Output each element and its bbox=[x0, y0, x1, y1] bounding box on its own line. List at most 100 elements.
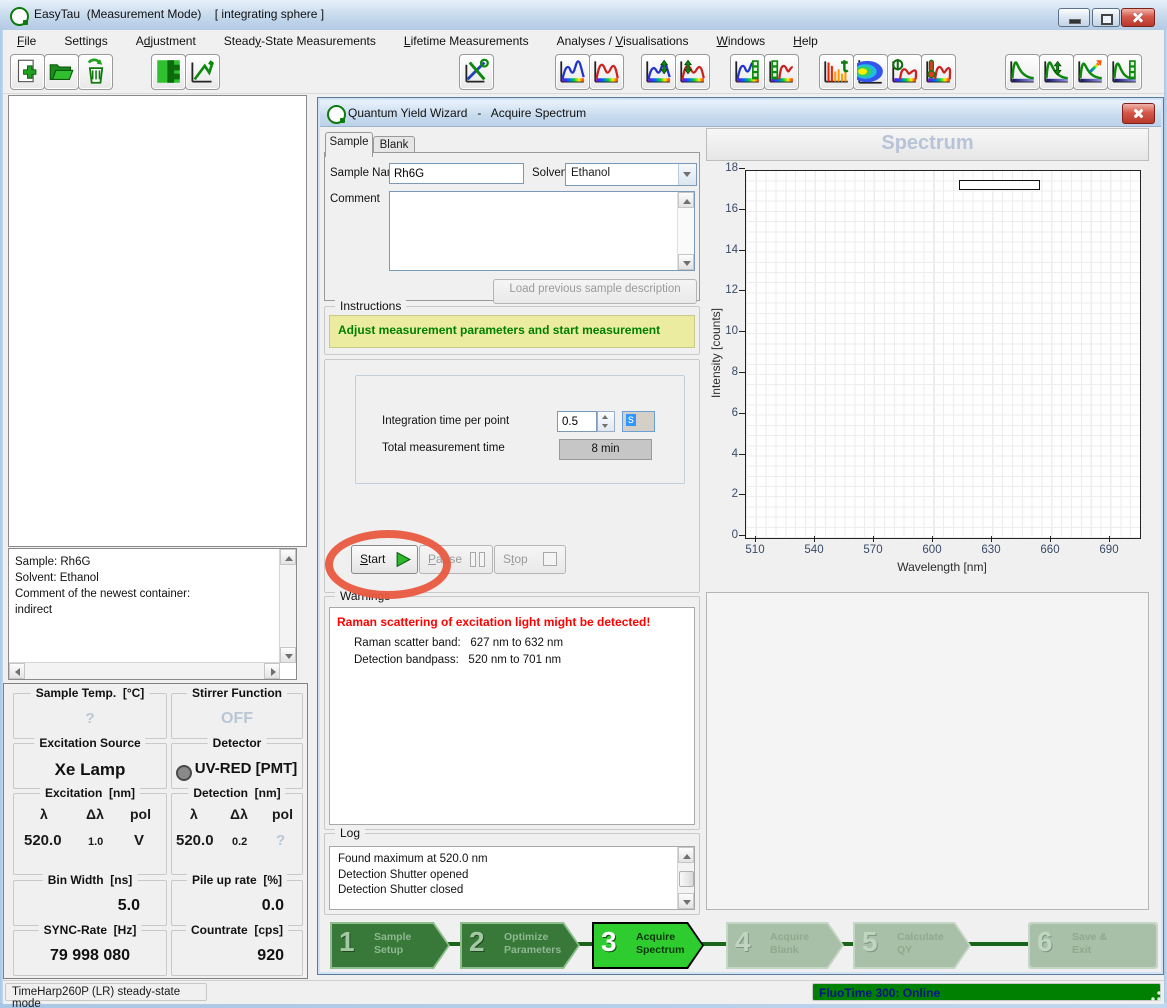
spectrum-plot[interactable] bbox=[745, 170, 1141, 539]
measurement-group: Integration time per point s Total measu… bbox=[324, 359, 700, 593]
sample-name-input[interactable] bbox=[389, 163, 524, 184]
integration-unit-value: s bbox=[626, 414, 636, 426]
integration-unit-field[interactable]: s bbox=[622, 411, 655, 432]
scroll-right-icon[interactable] bbox=[264, 663, 280, 679]
excitation-kinetics-icon bbox=[734, 58, 761, 85]
status-instrument: TimeHarp260P (LR) steady-state mode bbox=[5, 983, 207, 1001]
excitation-source-group: Excitation Source Xe Lamp bbox=[13, 743, 167, 789]
load-previous-sample-button[interactable]: Load previous sample description bbox=[493, 279, 697, 304]
new-measurement-button[interactable] bbox=[10, 54, 45, 90]
decay-polarization-button[interactable] bbox=[1039, 54, 1074, 90]
instrument-tools-button[interactable] bbox=[459, 54, 494, 90]
decay-kinetics-icon bbox=[1111, 58, 1138, 85]
dropdown-arrow-icon[interactable] bbox=[678, 164, 696, 185]
step-6-save-exit[interactable]: 6 Save &Exit bbox=[1028, 922, 1158, 969]
y-tick: 2 bbox=[708, 488, 738, 500]
emission-spectrum-button[interactable] bbox=[589, 54, 624, 90]
delete-button[interactable] bbox=[78, 54, 113, 90]
scroll-up-icon[interactable] bbox=[280, 549, 296, 565]
menu-windows[interactable]: Windows bbox=[702, 32, 779, 50]
scroll-down-icon[interactable] bbox=[280, 647, 296, 663]
sample-compartment-icon bbox=[155, 58, 182, 85]
description-hscrollbar[interactable] bbox=[9, 662, 280, 679]
y-axis-label: Intensity [counts] bbox=[709, 253, 723, 453]
time-trace-button[interactable] bbox=[819, 54, 854, 90]
scroll-left-icon[interactable] bbox=[9, 663, 25, 679]
sample-tab-panel: Sample Name Solvent Ethanol Comment Load… bbox=[324, 152, 700, 301]
temperature-series-button[interactable] bbox=[921, 54, 956, 90]
detection-group: Detection [nm] λ Δλ pol 520.0 0.2 ? bbox=[171, 793, 303, 875]
wizard-logo-icon bbox=[327, 105, 346, 124]
menu-help[interactable]: Help bbox=[779, 32, 832, 50]
integration-time-input[interactable] bbox=[557, 411, 597, 432]
menu-lifetime[interactable]: Lifetime Measurements bbox=[390, 32, 543, 50]
x-tick: 510 bbox=[737, 544, 773, 556]
step-3-acquire-spectrum[interactable]: 3 AcquireSpectrum bbox=[592, 922, 704, 969]
step-connector bbox=[338, 942, 1098, 946]
pause-button[interactable]: Pause bbox=[419, 545, 493, 574]
start-button[interactable]: Start bbox=[351, 545, 418, 574]
instrument-status-panel: Sample Temp. [°C] ? Stirrer Function OFF… bbox=[3, 683, 308, 979]
minimize-button[interactable] bbox=[1058, 8, 1090, 27]
decay-kinetics-button[interactable] bbox=[1107, 54, 1142, 90]
easytau-window: EasyTau (Measurement Mode) [ integrating… bbox=[0, 0, 1167, 1008]
delete-icon bbox=[82, 58, 109, 85]
bin-width-group: Bin Width [ns] 5.0 bbox=[13, 880, 167, 926]
detection-bandwidth: 0.2 bbox=[232, 836, 247, 848]
menu-bar: File Settings Adjustment Steady-State Me… bbox=[3, 30, 1164, 52]
spin-down-icon[interactable] bbox=[602, 424, 608, 428]
trest-button[interactable] bbox=[1073, 54, 1108, 90]
log-box[interactable]: Found maximum at 520.0 nm Detection Shut… bbox=[329, 846, 695, 910]
wizard-title: Quantum Yield Wizard - Acquire Spectrum bbox=[348, 106, 586, 120]
excitation-kinetics-button[interactable] bbox=[730, 54, 765, 90]
step-2-optimize-parameters[interactable]: 2 OptimizeParameters bbox=[460, 922, 580, 969]
menu-adjustment[interactable]: Adjustment bbox=[122, 32, 210, 50]
x-axis-label: Wavelength [nm] bbox=[842, 560, 1042, 574]
spin-up-icon[interactable] bbox=[602, 415, 608, 419]
contour-plot-button[interactable] bbox=[853, 54, 888, 90]
app-logo-icon bbox=[10, 7, 29, 26]
x-tick: 600 bbox=[914, 544, 950, 556]
y-tick: 0 bbox=[708, 529, 738, 541]
menu-settings[interactable]: Settings bbox=[50, 32, 121, 50]
wizard-title-bar[interactable]: Quantum Yield Wizard - Acquire Spectrum bbox=[320, 100, 1161, 127]
emission-polarization-button[interactable] bbox=[675, 54, 710, 90]
emission-kinetics-button[interactable] bbox=[764, 54, 799, 90]
menu-steady-state[interactable]: Steady-State Measurements bbox=[210, 32, 390, 50]
log-vscrollbar[interactable] bbox=[677, 847, 694, 909]
log-scroll-thumb[interactable] bbox=[679, 871, 694, 887]
solvent-value: Ethanol bbox=[571, 167, 610, 179]
instruction-banner: Adjust measurement parameters and start … bbox=[329, 315, 695, 348]
manual-adjustment-button[interactable] bbox=[185, 54, 220, 90]
menu-analyses[interactable]: Analyses / Visualisations bbox=[543, 32, 703, 50]
tab-sample[interactable]: Sample bbox=[325, 132, 373, 157]
sample-compartment-button[interactable] bbox=[151, 54, 186, 90]
open-file-button[interactable] bbox=[44, 54, 79, 90]
step-1-sample-setup[interactable]: 1 SampleSetup bbox=[330, 922, 450, 969]
step-5-calculate-qy[interactable]: 5 CalculateQY bbox=[853, 922, 971, 969]
detection-wavelength: 520.0 bbox=[176, 832, 214, 849]
title-bar[interactable]: EasyTau (Measurement Mode) [ integrating… bbox=[0, 0, 1167, 31]
comment-textarea[interactable] bbox=[389, 191, 695, 271]
container-list[interactable] bbox=[8, 95, 307, 547]
excitation-spectrum-button[interactable] bbox=[555, 54, 590, 90]
sample-description-box[interactable]: Sample: Rh6GSolvent: EthanolComment of t… bbox=[8, 548, 297, 680]
excitation-polarization-button[interactable] bbox=[641, 54, 676, 90]
integration-time-spinner[interactable] bbox=[597, 411, 615, 432]
resize-grip[interactable] bbox=[1150, 990, 1162, 1002]
warnings-group: Warnings Raman scattering of excitation … bbox=[324, 596, 700, 830]
comment-vscrollbar[interactable] bbox=[677, 192, 694, 270]
emission-polarization-icon bbox=[679, 58, 706, 85]
quantum-yield-button[interactable] bbox=[887, 54, 922, 90]
close-button[interactable] bbox=[1121, 8, 1155, 27]
x-tick: 540 bbox=[796, 544, 832, 556]
maximize-button[interactable] bbox=[1092, 8, 1120, 27]
description-vscrollbar[interactable] bbox=[279, 549, 296, 663]
solvent-combobox[interactable]: Ethanol bbox=[565, 163, 697, 186]
wizard-close-button[interactable] bbox=[1122, 103, 1155, 124]
decay-button[interactable] bbox=[1005, 54, 1040, 90]
step-4-acquire-blank[interactable]: 4 AcquireBlank bbox=[726, 922, 844, 969]
stop-button[interactable]: Stop bbox=[494, 545, 566, 574]
legend-box bbox=[959, 180, 1040, 190]
menu-file[interactable]: File bbox=[3, 32, 50, 50]
